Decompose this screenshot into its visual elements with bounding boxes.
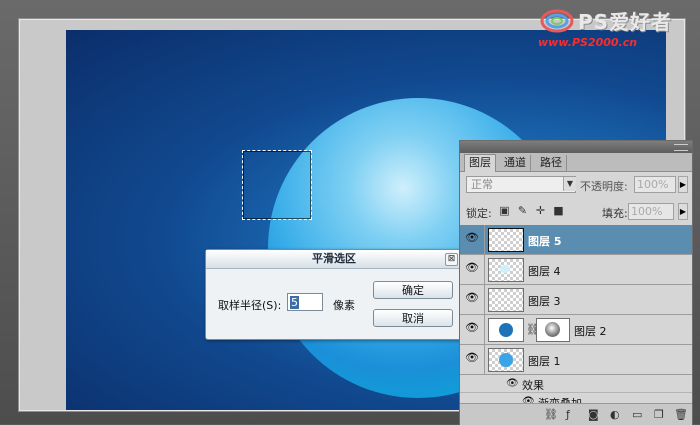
panel-tabs: 图层 通道 路径 [460,153,692,172]
opacity-label: 不透明度: [580,180,628,193]
fill-input[interactable]: 100% [628,203,674,220]
sample-radius-label: 取样半径(S): [218,299,282,312]
unit-label: 像素 [333,299,355,312]
dialog-title: 平滑选区 [206,250,462,269]
layer-row-4[interactable]: 👁 图层 4 [460,255,692,285]
eye-icon[interactable]: 👁 [465,352,479,363]
layer-thumbnail [488,348,524,372]
visibility-cell[interactable]: 👁 [460,285,485,314]
cancel-button[interactable]: 取消 [373,309,453,327]
adjustment-layer-icon[interactable]: ◐ [610,408,620,421]
tab-paths[interactable]: 路径 [536,155,567,171]
eye-icon[interactable]: 👁 [465,322,479,333]
smooth-selection-dialog: 平滑选区 ⊠ 取样半径(S): 5 像素 确定 取消 [205,249,463,340]
sample-radius-input[interactable]: 5 [287,293,323,311]
layer-row-5[interactable]: 👁 图层 5 [460,225,692,255]
fx-icon[interactable]: ƒ [566,408,570,421]
panel-footer: ⛓ ƒ ◙ ◐ ▭ ❐ 🗑 [460,403,692,425]
layer-mask-thumbnail[interactable] [536,318,570,342]
logo-title: PS爱好者 [578,10,673,34]
layer-name: 图层 5 [528,235,562,248]
eye-icon[interactable]: 👁 [465,292,479,303]
ok-button[interactable]: 确定 [373,281,453,299]
lock-row: 锁定: ▣ ✎ ✛ ■ 填充: 100% ▶ [466,203,688,221]
layer-row-2[interactable]: 👁 ⛓ 图层 2 [460,315,692,345]
layer-name: 图层 1 [528,355,561,368]
blend-row: 正常 ▼ 不透明度: 100% ▶ [466,176,688,194]
layer-thumbnail [488,258,524,282]
layer-row-3[interactable]: 👁 图层 3 [460,285,692,315]
layer-row-1[interactable]: 👁 图层 1 [460,345,692,375]
fill-arrow-icon[interactable]: ▶ [678,203,688,220]
sample-radius-value: 5 [290,296,299,309]
tab-layers[interactable]: 图层 [464,154,496,172]
lock-move-icon[interactable]: ✛ [534,204,547,217]
delete-layer-icon[interactable]: 🗑 [674,408,688,421]
visibility-cell[interactable]: 👁 [460,255,485,284]
layer-thumbnail [488,228,524,252]
lock-transparency-icon[interactable]: ▣ [498,204,511,217]
layer-thumbnail [488,288,524,312]
lock-brush-icon[interactable]: ✎ [516,204,529,217]
blend-mode-select[interactable]: 正常 [466,176,576,193]
layer-thumbnail [488,318,524,342]
lock-all-icon[interactable]: ■ [552,204,565,217]
fill-label: 填充: [602,207,628,220]
visibility-cell[interactable]: 👁 [460,345,485,374]
eye-icon[interactable]: 👁 [465,232,479,243]
eye-icon[interactable]: 👁 [506,378,519,389]
link-layers-icon[interactable]: ⛓ [544,408,558,421]
logo-mark-icon [540,9,574,33]
opacity-arrow-icon[interactable]: ▶ [678,176,688,193]
effects-row[interactable]: 👁 效果 [460,375,692,393]
visibility-cell[interactable]: 👁 [460,225,485,254]
layer-name: 图层 3 [528,295,561,308]
opacity-input[interactable]: 100% [634,176,676,193]
site-logo: PS爱好者 www.PS2000.cn [538,6,698,50]
panel-grip-icon[interactable] [674,144,688,151]
eye-icon[interactable]: 👁 [465,262,479,273]
layer-name: 图层 2 [574,325,607,338]
panel-titlebar[interactable] [460,141,692,153]
layers-list: 👁 图层 5 👁 图层 4 👁 图层 3 👁 ⛓ 图层 2 👁 图层 1 👁 效… [460,225,692,411]
tab-channels[interactable]: 通道 [500,155,531,171]
lock-label: 锁定: [466,207,492,220]
layers-panel: 图层 通道 路径 正常 ▼ 不透明度: 100% ▶ 锁定: ▣ ✎ ✛ ■ 填… [459,140,693,425]
new-group-icon[interactable]: ▭ [632,408,642,421]
logo-url: www.PS2000.cn [538,36,638,49]
visibility-cell[interactable]: 👁 [460,315,485,344]
chevron-down-icon[interactable]: ▼ [563,177,576,191]
layer-name: 图层 4 [528,265,561,278]
new-layer-icon[interactable]: ❐ [654,408,664,421]
marquee-selection[interactable] [242,150,312,220]
effects-label: 效果 [522,379,544,392]
add-mask-icon[interactable]: ◙ [588,408,599,421]
close-icon[interactable]: ⊠ [445,253,458,266]
